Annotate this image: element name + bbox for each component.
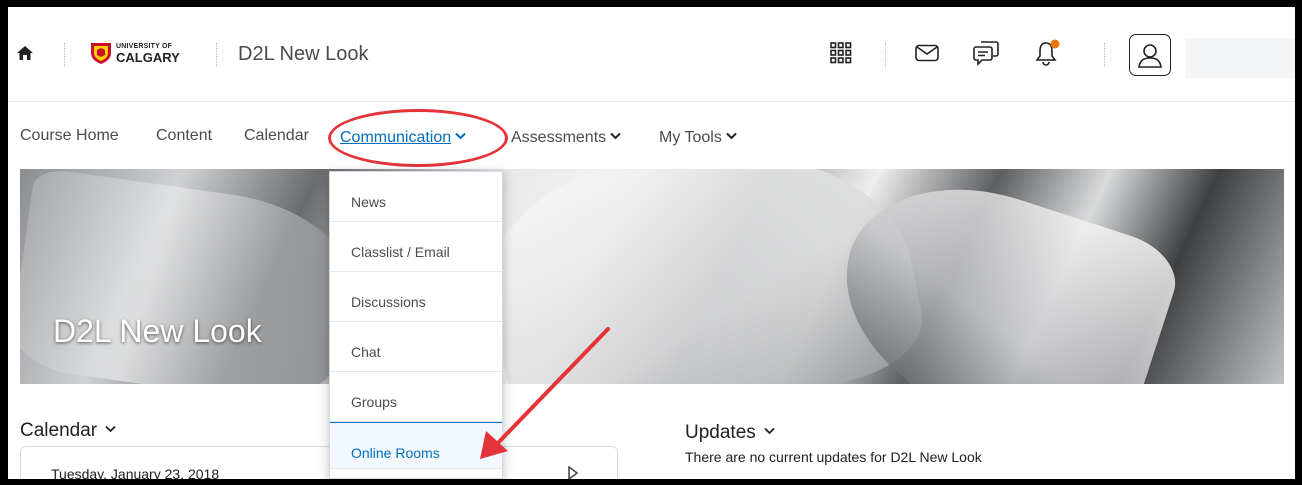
nav-assessments[interactable]: Assessments (511, 127, 621, 147)
crest-icon (91, 43, 111, 64)
chevron-down-icon (726, 127, 737, 145)
menu-item-discussions[interactable]: Discussions (330, 272, 502, 322)
annotation-highlight-oval (328, 109, 508, 167)
browser-frame: UNIVERSITY OF CALGARY D2L New Look Cours… (8, 7, 1295, 479)
logo-line-2: CALGARY (116, 50, 180, 65)
separator (64, 43, 65, 67)
chat-messages-icon[interactable] (971, 38, 1001, 68)
nav-my-tools-label: My Tools (659, 129, 722, 146)
top-header: UNIVERSITY OF CALGARY D2L New Look (8, 7, 1295, 102)
next-arrow-icon[interactable] (567, 465, 579, 479)
menu-item-news[interactable]: News (330, 172, 502, 222)
mail-icon[interactable] (912, 38, 942, 68)
course-title[interactable]: D2L New Look (238, 43, 368, 66)
updates-message: There are no current updates for D2L New… (685, 449, 982, 465)
menu-item-chat[interactable]: Chat (330, 322, 502, 372)
person-icon (1138, 44, 1162, 68)
updates-widget-heading[interactable]: Updates (685, 419, 775, 444)
home-icon[interactable] (16, 44, 34, 62)
chevron-down-icon (105, 417, 116, 439)
course-banner: D2L New Look (20, 169, 1284, 384)
calendar-date: Tuesday, January 23, 2018 (51, 466, 220, 479)
nav-assessments-label: Assessments (511, 129, 607, 146)
calendar-widget-heading[interactable]: Calendar (20, 417, 116, 442)
banner-image-layer (20, 169, 363, 384)
communication-dropdown-menu: News Classlist / Email Discussions Chat … (329, 171, 503, 479)
course-navbar: Course Home Content Calendar Communicati… (8, 103, 1295, 169)
user-name-area[interactable] (1185, 38, 1295, 78)
chevron-down-icon (764, 419, 775, 441)
nav-my-tools[interactable]: My Tools (659, 127, 737, 147)
separator (216, 43, 217, 67)
separator (885, 43, 886, 67)
nav-calendar[interactable]: Calendar (244, 127, 309, 145)
calendar-widget: Tuesday, January 23, 2018 (20, 446, 618, 479)
notification-bell-icon[interactable] (1033, 38, 1063, 68)
separator (1104, 43, 1105, 67)
nav-content[interactable]: Content (156, 127, 212, 145)
banner-title: D2L New Look (53, 313, 262, 349)
chevron-down-icon (610, 127, 621, 145)
calendar-heading-label: Calendar (20, 420, 98, 441)
university-logo[interactable]: UNIVERSITY OF CALGARY (90, 41, 180, 65)
menu-item-groups[interactable]: Groups (330, 372, 502, 422)
course-selector-icon[interactable] (826, 38, 856, 68)
logo-text: UNIVERSITY OF CALGARY (116, 42, 180, 64)
nav-course-home[interactable]: Course Home (20, 127, 119, 145)
menu-item-online-rooms[interactable]: Online Rooms (330, 422, 502, 469)
user-avatar[interactable] (1129, 34, 1171, 76)
updates-heading-label: Updates (685, 422, 756, 443)
menu-item-classlist-email[interactable]: Classlist / Email (330, 222, 502, 272)
